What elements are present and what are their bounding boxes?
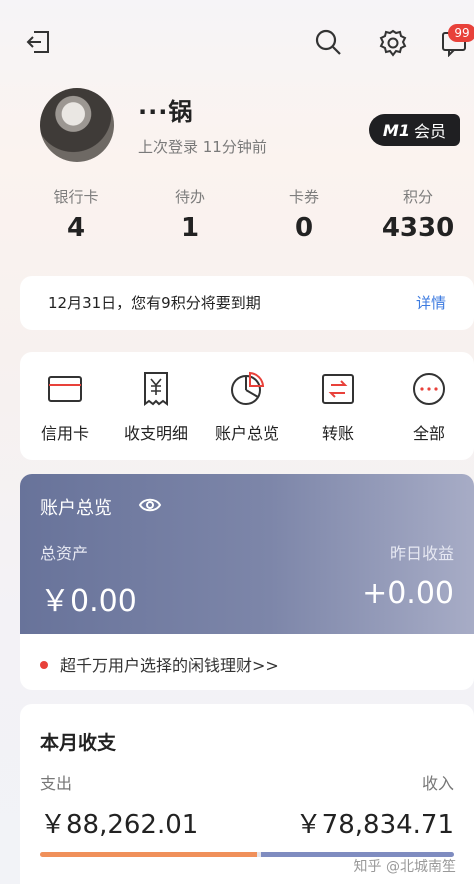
income-label: 收入 (421, 774, 454, 793)
user-name: ···锅 (138, 98, 194, 126)
wealth-promo[interactable]: 超千万用户选择的闲钱理财>> (20, 634, 474, 690)
stat-points[interactable]: 积分 4330 (368, 186, 468, 243)
search-icon[interactable] (312, 26, 344, 58)
quick-item-label: 全部 (412, 424, 445, 443)
yesterday-earnings-value: +0.00 (362, 576, 454, 611)
watermark: 知乎 @北城南笙 (353, 859, 456, 875)
income-value: ￥78,834.71 (295, 810, 454, 840)
quick-item-label: 账户总览 (214, 424, 279, 443)
last-login-text: 上次登录 11分钟前 (138, 138, 267, 156)
notice-detail-link[interactable]: 详情 (416, 292, 446, 313)
overview-title: 账户总览 (40, 498, 112, 519)
quick-item-all[interactable]: 全部 (384, 370, 474, 444)
expense-bar-segment (40, 852, 257, 857)
total-assets-value: ￥0.00 (40, 584, 137, 619)
promo-text: 超千万用户选择的闲钱理财>> (60, 656, 279, 675)
member-label: 会员 (413, 122, 446, 141)
quick-menu: 信用卡 收支明细 账户总览 转账 全部 (20, 352, 474, 460)
stat-label: 卡券 (288, 188, 319, 206)
stat-label: 积分 (402, 188, 433, 206)
logout-icon[interactable] (22, 26, 54, 58)
more-icon (384, 370, 474, 408)
points-expiry-notice[interactable]: 12月31日，您有9积分将要到期 详情 (20, 276, 474, 330)
quick-item-transfer[interactable]: 转账 (293, 370, 383, 444)
stat-bank-cards[interactable]: 银行卡 4 (26, 186, 126, 243)
total-assets-label: 总资产 (40, 544, 89, 563)
credit-card-icon (20, 370, 110, 408)
stat-label: 待办 (174, 188, 205, 206)
stat-todo[interactable]: 待办 1 (140, 186, 240, 243)
member-level: M1 (382, 120, 410, 140)
avatar[interactable] (40, 88, 114, 162)
transfer-icon (293, 370, 383, 408)
stat-coupons[interactable]: 卡券 0 (254, 186, 354, 243)
eye-icon[interactable] (138, 494, 162, 520)
quick-item-credit-card[interactable]: 信用卡 (20, 370, 110, 444)
gear-icon[interactable] (376, 26, 410, 60)
member-badge[interactable]: M1 会员 (368, 114, 460, 146)
yesterday-earnings-label: 昨日收益 (389, 544, 454, 563)
stat-value: 4330 (381, 213, 455, 243)
quick-item-label: 转账 (321, 424, 354, 443)
expense-value: ￥88,262.01 (40, 810, 199, 840)
receipt-icon (111, 370, 201, 408)
stat-label: 银行卡 (53, 188, 99, 206)
quick-item-label: 信用卡 (40, 424, 89, 443)
quick-item-account-overview[interactable]: 账户总览 (202, 370, 292, 444)
quick-item-label: 收支明细 (123, 424, 188, 443)
promo-dot (40, 661, 48, 669)
message-icon[interactable]: 99 (440, 24, 474, 58)
stat-value: 0 (294, 213, 314, 243)
message-badge: 99 (448, 24, 474, 42)
stat-value: 1 (180, 213, 200, 243)
quick-item-transactions[interactable]: 收支明细 (111, 370, 201, 444)
pie-chart-icon (202, 370, 292, 408)
account-overview-card[interactable]: 账户总览 总资产 昨日收益 ￥0.00 +0.00 (20, 474, 474, 634)
expense-label: 支出 (40, 774, 73, 793)
monthly-title: 本月收支 (40, 732, 117, 754)
notice-text: 12月31日，您有9积分将要到期 (48, 294, 261, 312)
stat-value: 4 (66, 213, 86, 243)
